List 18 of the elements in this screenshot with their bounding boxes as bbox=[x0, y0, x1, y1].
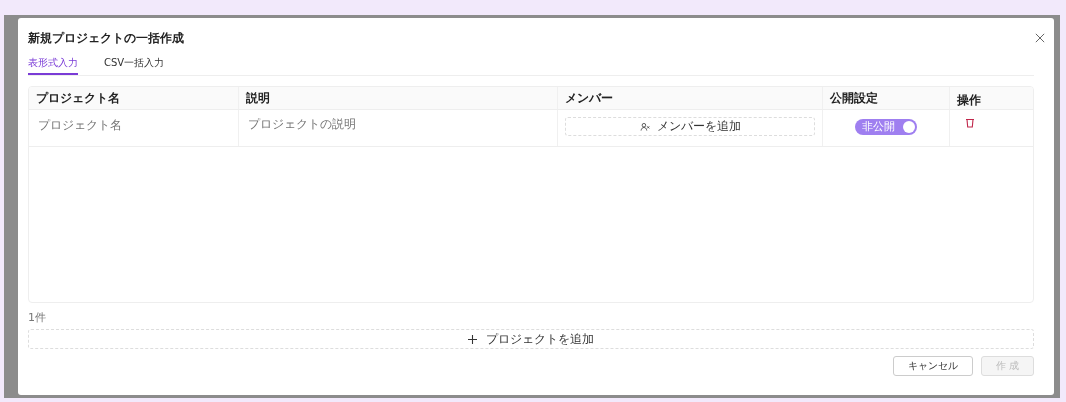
dialog-title: 新規プロジェクトの一括作成 bbox=[28, 29, 184, 47]
close-icon[interactable] bbox=[1035, 33, 1045, 43]
row-count: 1件 bbox=[28, 310, 47, 324]
plus-icon bbox=[468, 334, 477, 344]
tab[interactable]: 表形式入力 bbox=[28, 54, 78, 75]
column-header: 説明 bbox=[246, 89, 270, 107]
add-member-button[interactable]: メンバーを追加 bbox=[565, 117, 815, 136]
name-field[interactable]: プロジェクト名 bbox=[36, 114, 231, 136]
column-header: 公開設定 bbox=[830, 89, 878, 107]
trash-icon[interactable] bbox=[965, 118, 975, 128]
description-field[interactable]: プロジェクトの説明 bbox=[246, 114, 550, 144]
tab[interactable]: CSV一括入力 bbox=[104, 54, 165, 75]
column-header: メンバー bbox=[565, 89, 613, 107]
column-header: 操作 bbox=[957, 91, 981, 109]
add-project-button[interactable]: プロジェクトを追加 bbox=[28, 329, 1034, 349]
dialog-button[interactable]: キャンセル bbox=[892, 356, 973, 376]
user-icon bbox=[639, 121, 650, 132]
column-header: プロジェクト名 bbox=[36, 89, 120, 107]
